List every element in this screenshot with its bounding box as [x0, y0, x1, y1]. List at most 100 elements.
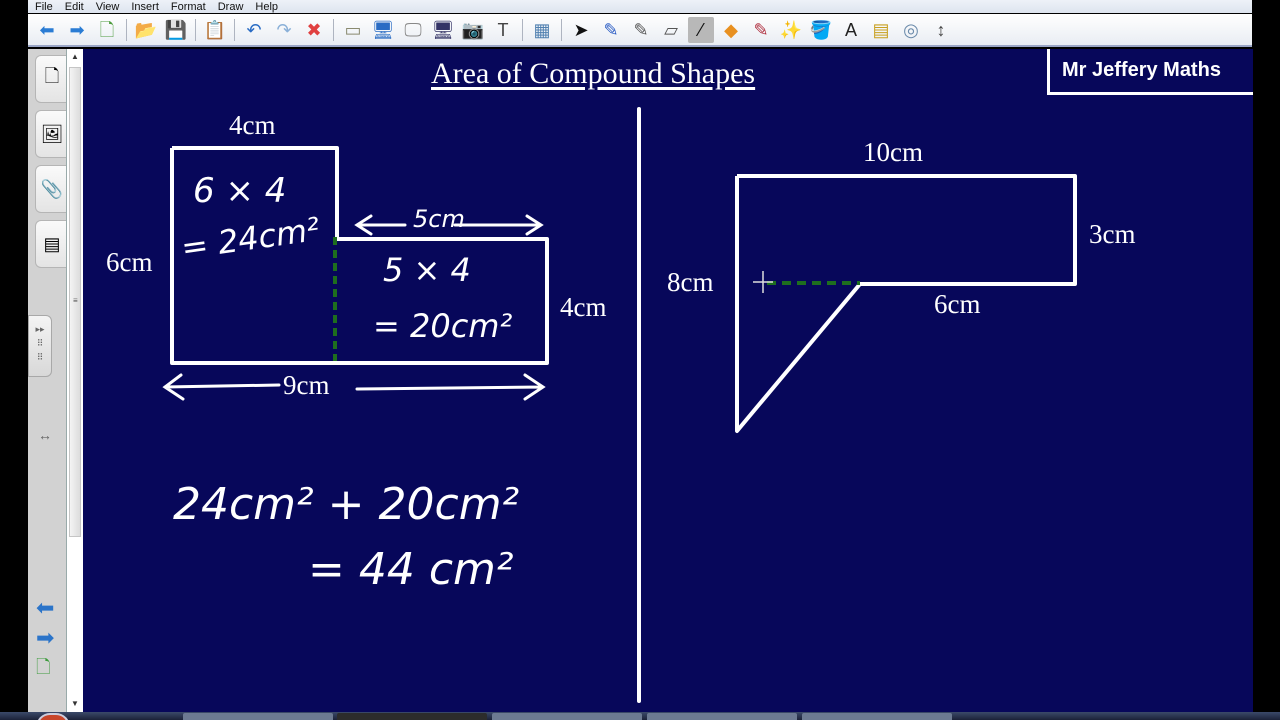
step-arrow-right-icon [453, 214, 544, 236]
menu-format[interactable]: Format [171, 1, 206, 13]
creative-pen-button[interactable]: ✎ [628, 17, 654, 43]
delete-icon: ✖ [306, 19, 322, 40]
eraser-button[interactable]: ▱ [658, 17, 684, 43]
delete-button[interactable]: ✖ [301, 17, 327, 43]
forward-icon: ➡ [69, 19, 85, 40]
work-right-line-2: = 20cm² [373, 307, 512, 345]
toolbar-separator [234, 18, 235, 41]
gallery-icon: 🖼 [40, 123, 64, 144]
menu-edit[interactable]: Edit [65, 1, 84, 13]
crosshair-cursor-icon [753, 271, 773, 293]
toolbar-separator [333, 18, 334, 41]
shape-2-inner-label: 6cm [934, 289, 981, 319]
whiteboard-canvas[interactable]: Area of Compound Shapes Mr Jeffery Maths… [83, 49, 1253, 712]
width-arrow-left-icon [162, 373, 281, 401]
save-button[interactable]: 💾 [163, 17, 189, 43]
scroll-down-arrow-icon[interactable]: ▼ [67, 696, 83, 712]
properties-button[interactable]: ▤ [868, 17, 894, 43]
properties-tab[interactable]: ▤ [35, 220, 68, 268]
work-right-line-1: 5 × 4 [383, 251, 471, 289]
creative-pen-icon: ✎ [633, 19, 649, 40]
scroll-up-arrow-icon[interactable]: ▲ [67, 49, 83, 65]
fill-button[interactable]: 🪣 [808, 17, 834, 43]
attachments-tab[interactable]: 📎 [35, 165, 68, 213]
side-panel: 🗋 🖼 📎 ▤ ▸▸ ⠿ ⠿ ↔ ⬅ ➡ 🗋 [28, 49, 68, 712]
taskbar-item[interactable] [183, 713, 333, 720]
resize-horizontal-icon[interactable]: ↔ [38, 427, 52, 443]
total-line-2: = 44 cm² [308, 544, 514, 595]
vertical-scrollbar[interactable]: ▲ ≡ ▼ [66, 49, 83, 712]
toolbar-separator [561, 18, 562, 41]
dual-page-button[interactable]: 🖥 [430, 17, 456, 43]
taskbar-item[interactable] [647, 713, 797, 720]
taskbar-item[interactable] [802, 713, 952, 720]
full-screen-button[interactable]: 🖥 [370, 17, 396, 43]
select-arrow-button[interactable]: ➤ [568, 17, 594, 43]
menu-help[interactable]: Help [255, 1, 278, 13]
move-toolbar-button[interactable]: ↕ [928, 17, 954, 43]
dual-page-icon: 🖥 [431, 19, 455, 40]
capture-button[interactable]: 📷 [460, 17, 486, 43]
pen-button[interactable]: ✎ [598, 17, 624, 43]
capture-icon: 📷 [461, 19, 485, 40]
table-icon: ▦ [533, 19, 551, 40]
shape-2-right-label: 3cm [1089, 219, 1136, 249]
previous-page-icon[interactable]: ⬅ [36, 595, 54, 621]
eraser-icon: ▱ [664, 19, 678, 40]
step-arrow-left-icon [354, 214, 407, 236]
start-button[interactable] [36, 713, 70, 720]
shape-recognition-pen-button[interactable]: ✎ [748, 17, 774, 43]
shape-1-step-label: 5cm [413, 205, 465, 233]
magic-pen-icon: ✨ [779, 19, 803, 40]
menu-insert[interactable]: Insert [131, 1, 159, 13]
compound-shape-2-outline [735, 174, 1077, 433]
menu-file[interactable]: File [35, 1, 53, 13]
total-line-1: 24cm² + 20cm² [173, 479, 519, 530]
next-page-icon[interactable]: ➡ [36, 625, 54, 651]
shape-2-top-label: 10cm [863, 137, 923, 167]
gallery-tab[interactable]: 🖼 [35, 110, 68, 158]
fill-icon: 🪣 [809, 19, 833, 40]
undo-button[interactable]: ↶ [241, 17, 267, 43]
paste-button[interactable]: 📋 [202, 17, 228, 43]
new-page-button[interactable]: 🗋 [94, 17, 120, 43]
shape-1-top-label: 4cm [229, 110, 276, 140]
properties-tab-icon: ▤ [43, 233, 61, 254]
drawing-layer: 4cm 6cm 4cm 5cm 9cm 6 × 4 = 24cm² 5 × 4 … [106, 110, 1136, 595]
toolbar-separator [522, 18, 523, 41]
forward-button[interactable]: ➡ [64, 17, 90, 43]
page-sorter-icon: 🗋 [44, 66, 60, 86]
collapse-arrows-icon: ▸▸ [35, 324, 45, 334]
screen-shade-button[interactable]: ▭ [340, 17, 366, 43]
page-sorter-tab[interactable]: 🗋 [35, 55, 68, 103]
text-button[interactable]: A [838, 17, 864, 43]
work-left-line-1: 6 × 4 [193, 171, 286, 211]
measurement-tools-button[interactable]: ◎ [898, 17, 924, 43]
work-left-line-2: = 24cm² [179, 210, 322, 267]
redo-button[interactable]: ↷ [271, 17, 297, 43]
add-page-icon[interactable]: 🗋 [36, 655, 50, 685]
table-button[interactable]: ▦ [529, 17, 555, 43]
taskbar-item-active[interactable] [337, 713, 487, 720]
toolbar-separator [195, 18, 196, 41]
scroll-thumb[interactable]: ≡ [69, 67, 81, 537]
properties-icon: ▤ [872, 19, 890, 40]
full-screen-icon: 🖥 [371, 19, 395, 40]
menu-draw[interactable]: Draw [218, 1, 244, 13]
open-folder-icon: 📂 [134, 19, 158, 40]
select-arrow-icon: ➤ [573, 19, 589, 40]
collapse-panel-button[interactable]: ▸▸ ⠿ ⠿ [28, 315, 52, 377]
grip-dots-icon: ⠿ ⠿ [36, 338, 44, 362]
line-icon: ⁄ [699, 19, 703, 40]
transparent-bg-button[interactable]: 🖵 [400, 17, 426, 43]
document-camera-button[interactable]: T [490, 17, 516, 43]
menu-view[interactable]: View [96, 1, 120, 13]
shapes-button[interactable]: ◆ [718, 17, 744, 43]
shapes-icon: ◆ [724, 19, 738, 40]
taskbar-item[interactable] [492, 713, 642, 720]
undo-icon: ↶ [246, 19, 262, 40]
open-folder-button[interactable]: 📂 [133, 17, 159, 43]
back-button[interactable]: ⬅ [34, 17, 60, 43]
line-button[interactable]: ⁄ [688, 16, 714, 43]
magic-pen-button[interactable]: ✨ [778, 17, 804, 43]
